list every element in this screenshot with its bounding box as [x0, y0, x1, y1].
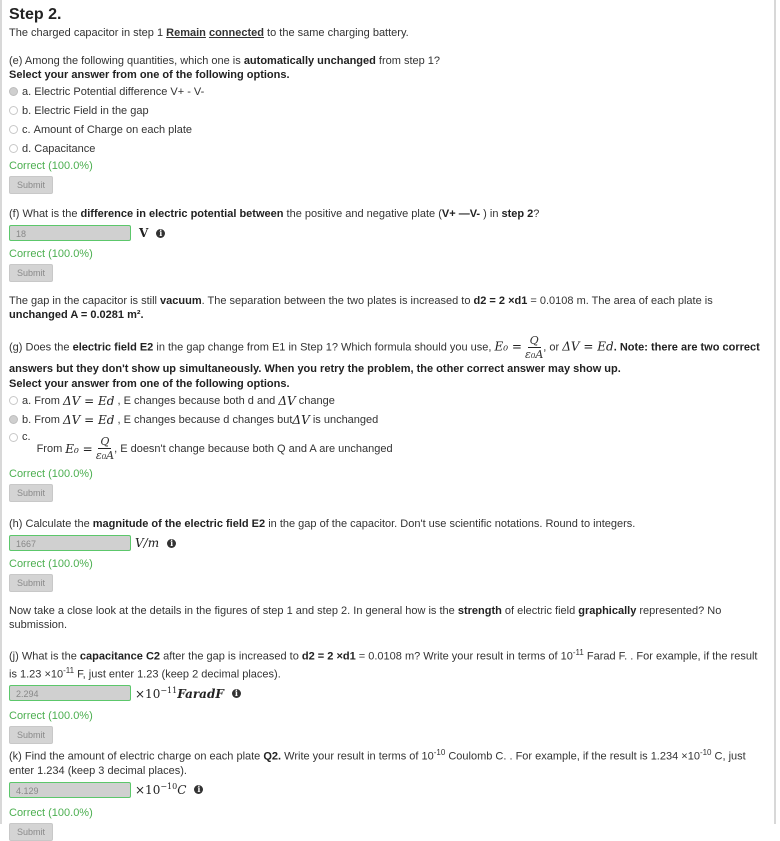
info-look-text: Now take a close look at the details in …: [9, 605, 722, 631]
submit-button[interactable]: Submit: [9, 484, 54, 502]
remain-text: Remain: [166, 27, 206, 39]
connected-text: connected: [208, 27, 264, 39]
status-correct: Correct (100.0%): [9, 468, 93, 480]
unit-label: V/m: [135, 536, 160, 550]
formula-e0: E₀ =: [494, 339, 522, 354]
step-header: Step 2. The charged capacitor in step 1 …: [9, 4, 766, 40]
unit-label: ×10−11FaradF: [135, 685, 224, 701]
radio-button[interactable]: [9, 87, 18, 96]
info-icon[interactable]: i: [167, 538, 177, 548]
question-h: (h) Calculate the magnitude of the elect…: [9, 517, 766, 592]
question-e-text: (e) Among the following quantities, whic…: [9, 55, 441, 67]
step-intro: The charged capacitor in step 1 Remain c…: [9, 27, 409, 39]
status-correct: Correct (100.0%): [9, 558, 93, 570]
submit-button[interactable]: Submit: [9, 822, 54, 841]
radio-button[interactable]: [9, 144, 18, 153]
question-k: (k) Find the amount of electric charge o…: [9, 746, 766, 841]
status-correct: Correct (100.0%): [9, 160, 93, 172]
formula-dv: ΔV = Ed: [562, 339, 614, 354]
question-j: (j) What is the capacitance C2 after the…: [9, 646, 766, 745]
question-f-text: (f) What is the difference in electric p…: [9, 208, 540, 220]
question-g-instruction: Select your answer from one of the follo…: [9, 378, 290, 390]
question-e-instruction: Select your answer from one of the follo…: [9, 69, 290, 81]
answer-input-f[interactable]: 18: [9, 225, 131, 241]
radio-button[interactable]: [9, 106, 18, 115]
unit-label: V: [139, 226, 149, 240]
unit-label: ×10−10C: [135, 782, 187, 798]
status-correct: Correct (100.0%): [9, 710, 93, 723]
submit-button[interactable]: Submit: [9, 264, 54, 282]
answer-input-k[interactable]: 4.129: [9, 781, 131, 798]
answer-input-h[interactable]: 1667: [9, 535, 131, 551]
question-panel: Step 2. The charged capacitor in step 1 …: [0, 0, 776, 841]
fraction: Qε₀A: [95, 435, 115, 462]
status-correct: Correct (100.0%): [9, 806, 93, 819]
option-g-a[interactable]: a. From ΔV = Ed , E changes because both…: [9, 391, 766, 410]
question-f: (f) What is the difference in electric p…: [9, 207, 766, 282]
radio-button[interactable]: [9, 415, 18, 424]
info-gap-text: The gap in the capacitor is still vacuum…: [9, 295, 713, 321]
option-e-d[interactable]: d. Capacitance: [9, 139, 766, 158]
option-e-c[interactable]: c. Amount of Charge on each plate: [9, 120, 766, 139]
option-g-c[interactable]: c. From E₀ = Qε₀A, E doesn't change beca…: [9, 429, 766, 463]
fraction: Qε₀A: [525, 334, 544, 361]
question-j-text: (j) What is the capacitance C2 after the…: [9, 648, 758, 681]
info-icon[interactable]: i: [194, 785, 204, 795]
submit-button[interactable]: Submit: [9, 726, 54, 745]
submit-button[interactable]: Submit: [9, 574, 54, 592]
radio-button[interactable]: [9, 433, 18, 442]
step-title: Step 2.: [9, 6, 62, 23]
option-e-b[interactable]: b. Electric Field in the gap: [9, 101, 766, 120]
option-e-a[interactable]: a. Electric Potential difference V+ - V-: [9, 82, 766, 101]
question-g: (g) Does the electric field E2 in the ga…: [9, 334, 766, 502]
question-g-text: (g) Does the electric field E2 in the ga…: [9, 334, 760, 375]
radio-button[interactable]: [9, 125, 18, 134]
info-icon[interactable]: i: [231, 688, 241, 698]
option-g-b[interactable]: b. From ΔV = Ed , E changes because d ch…: [9, 410, 766, 429]
question-e: (e) Among the following quantities, whic…: [9, 54, 766, 194]
info-icon[interactable]: i: [156, 228, 166, 238]
answer-input-j[interactable]: 2.294: [9, 685, 131, 702]
question-k-text: (k) Find the amount of electric charge o…: [9, 748, 746, 777]
question-h-text: (h) Calculate the magnitude of the elect…: [9, 518, 636, 530]
status-correct: Correct (100.0%): [9, 248, 93, 260]
submit-button[interactable]: Submit: [9, 176, 54, 194]
radio-button[interactable]: [9, 396, 18, 405]
